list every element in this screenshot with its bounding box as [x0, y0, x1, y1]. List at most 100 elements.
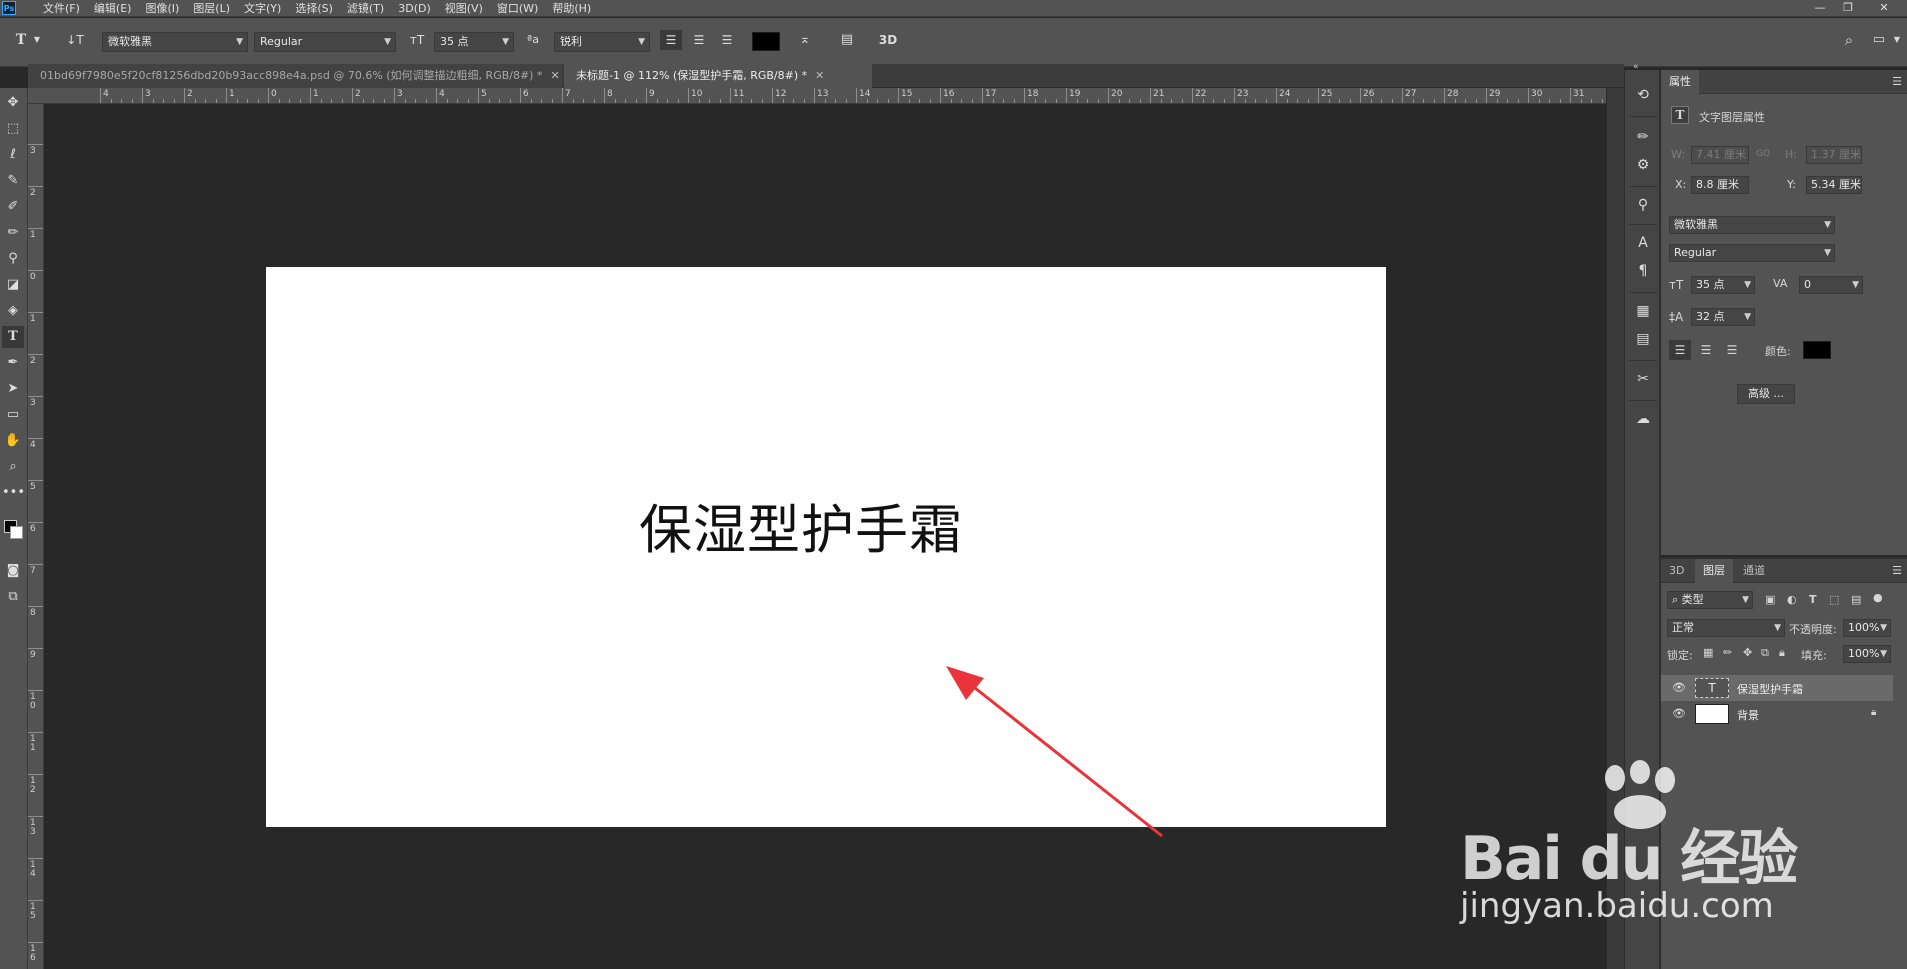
zoom-tool-icon[interactable]: ⌕: [2, 456, 24, 478]
libraries-icon[interactable]: ▦: [1632, 300, 1654, 322]
filter-type-icon[interactable]: T: [1809, 593, 1817, 606]
filter-pixel-icon[interactable]: ▣: [1765, 593, 1775, 606]
menu-edit[interactable]: 编辑(E): [87, 0, 139, 17]
quick-select-tool-icon[interactable]: ✎: [2, 170, 24, 192]
opacity-field[interactable]: 100% ▼: [1843, 619, 1891, 637]
close-tab-icon[interactable]: ✕: [815, 69, 824, 82]
menu-select[interactable]: 选择(S): [288, 0, 340, 17]
type-tool-preset-icon[interactable]: T: [12, 30, 30, 50]
menu-window[interactable]: 窗口(W): [490, 0, 545, 17]
advanced-button[interactable]: 高级 ...: [1737, 384, 1795, 404]
background-color-swatch[interactable]: [10, 526, 23, 539]
workspace-icon[interactable]: ▭: [1868, 30, 1890, 50]
layer-row[interactable]: 👁︎ 背景 🔒︎: [1661, 701, 1893, 727]
lock-transparent-icon[interactable]: ▦: [1703, 646, 1713, 659]
collapse-icon[interactable]: «: [1633, 62, 1639, 72]
character-icon[interactable]: A: [1632, 232, 1654, 254]
3d-button[interactable]: 3D: [876, 30, 900, 50]
x-field[interactable]: 8.8 厘米: [1691, 176, 1749, 194]
menu-file[interactable]: 文件(F): [36, 0, 87, 17]
eraser-tool-icon[interactable]: ◪: [2, 274, 24, 296]
filter-shape-icon[interactable]: ⬚: [1829, 593, 1839, 606]
more-tools-icon[interactable]: •••: [2, 482, 25, 504]
pen-tool-icon[interactable]: ✒: [2, 352, 24, 374]
chevron-down-icon[interactable]: ▼: [1890, 30, 1904, 50]
eyedropper-tool-icon[interactable]: ✐: [2, 196, 24, 218]
search-icon[interactable]: ⌕: [1838, 30, 1860, 50]
stamp-tool-icon[interactable]: ⚲: [2, 248, 24, 270]
props-align-center-icon[interactable]: ☰: [1695, 340, 1717, 360]
layer-filter-select[interactable]: ⌕ 类型 ▼: [1667, 591, 1753, 609]
adjustments-icon[interactable]: ⚙: [1632, 154, 1654, 176]
visibility-eye-icon[interactable]: 👁︎: [1672, 681, 1686, 694]
props-color-swatch[interactable]: [1803, 341, 1831, 359]
width-field[interactable]: 7.41 厘米: [1691, 146, 1749, 164]
link-icon[interactable]: GO: [1756, 149, 1770, 159]
props-font-family-select[interactable]: 微软雅黑 ▼: [1669, 216, 1835, 234]
lock-position-icon[interactable]: ✥: [1743, 646, 1752, 659]
props-align-left-icon[interactable]: ☰: [1669, 340, 1691, 360]
menu-help[interactable]: 帮助(H): [545, 0, 598, 17]
canvas-text-layer[interactable]: 保湿型护手霜: [639, 488, 963, 564]
align-right-icon[interactable]: ☰: [716, 30, 738, 50]
menu-view[interactable]: 视图(V): [438, 0, 490, 17]
text-orientation-icon[interactable]: ↓T: [64, 30, 86, 50]
text-color-swatch[interactable]: [752, 32, 780, 51]
props-font-style-select[interactable]: Regular ▼: [1669, 244, 1835, 262]
close-button[interactable]: ✕: [1870, 0, 1898, 17]
layer-row[interactable]: 👁︎ T 保湿型护手霜: [1661, 675, 1893, 701]
paragraph-icon[interactable]: ¶: [1632, 260, 1654, 282]
tab-properties[interactable]: 属性: [1661, 70, 1699, 94]
brush-settings-icon[interactable]: ✏: [1632, 126, 1654, 148]
clone-source-icon[interactable]: ⚲: [1632, 194, 1654, 216]
font-size-select[interactable]: 35 点 ▼: [434, 32, 514, 52]
restore-button[interactable]: ❐: [1834, 0, 1862, 17]
creative-cloud-icon[interactable]: ☁: [1632, 408, 1654, 430]
type-tool-icon[interactable]: T: [2, 326, 24, 348]
lock-artboard-icon[interactable]: ⧉: [1761, 646, 1769, 660]
fill-field[interactable]: 100% ▼: [1843, 645, 1891, 663]
menu-layer[interactable]: 图层(L): [186, 0, 237, 17]
history-icon[interactable]: ⟲: [1632, 84, 1654, 106]
lock-all-icon[interactable]: 🔒︎: [1779, 646, 1785, 660]
hand-tool-icon[interactable]: ✋: [2, 430, 24, 452]
move-tool-icon[interactable]: ✥: [2, 92, 24, 114]
tab-channels[interactable]: 通道: [1735, 559, 1773, 583]
font-style-select[interactable]: Regular ▼: [254, 32, 396, 52]
tab-3d[interactable]: 3D: [1661, 559, 1692, 583]
menu-image[interactable]: 图像(I): [138, 0, 186, 17]
align-left-icon[interactable]: ☰: [660, 30, 682, 50]
quick-mask-icon[interactable]: ◙: [2, 560, 24, 582]
tools-preset-icon[interactable]: ✂: [1632, 368, 1654, 390]
tab-document-1[interactable]: 01bd69f7980e5f20cf81256dbd20b93acc898e4a…: [28, 64, 562, 88]
props-align-right-icon[interactable]: ☰: [1721, 340, 1743, 360]
menu-type[interactable]: 文字(Y): [237, 0, 288, 17]
leading-select[interactable]: 32 点 ▼: [1691, 308, 1755, 326]
panel-menu-icon[interactable]: ☰: [1892, 564, 1902, 577]
filter-toggle-icon[interactable]: ●: [1873, 591, 1883, 604]
brush-tool-icon[interactable]: ✏: [2, 222, 24, 244]
rectangle-tool-icon[interactable]: ▭: [2, 404, 24, 426]
tab-document-2[interactable]: 未标题-1 @ 112% (保湿型护手霜, RGB/8#) * ✕: [564, 64, 872, 88]
marquee-tool-icon[interactable]: ⬚: [2, 118, 24, 140]
font-family-select[interactable]: 微软雅黑 ▼: [102, 32, 248, 52]
height-field[interactable]: 1.37 厘米: [1806, 146, 1862, 164]
chevron-down-icon[interactable]: ▼: [32, 30, 42, 50]
antialias-select[interactable]: 锐利 ▼: [554, 32, 650, 52]
visibility-eye-icon[interactable]: 👁︎: [1672, 707, 1686, 720]
blend-mode-select[interactable]: 正常 ▼: [1667, 619, 1785, 637]
notes-icon[interactable]: ▤: [1632, 328, 1654, 350]
filter-adjust-icon[interactable]: ◐: [1787, 593, 1797, 606]
menu-filter[interactable]: 滤镜(T): [340, 0, 391, 17]
character-panel-icon[interactable]: ▤: [836, 30, 858, 50]
y-field[interactable]: 5.34 厘米: [1806, 176, 1862, 194]
align-center-icon[interactable]: ☰: [688, 30, 710, 50]
lock-pixels-icon[interactable]: ✏: [1723, 646, 1732, 659]
paint-bucket-icon[interactable]: ◈: [2, 300, 24, 322]
minimize-button[interactable]: —: [1806, 0, 1834, 17]
props-font-size-select[interactable]: 35 点 ▼: [1691, 276, 1755, 294]
lasso-tool-icon[interactable]: ℓ: [2, 144, 24, 166]
close-tab-icon[interactable]: ✕: [550, 69, 559, 82]
tracking-select[interactable]: 0 ▼: [1799, 276, 1863, 294]
screen-mode-icon[interactable]: ⧉: [2, 586, 24, 608]
